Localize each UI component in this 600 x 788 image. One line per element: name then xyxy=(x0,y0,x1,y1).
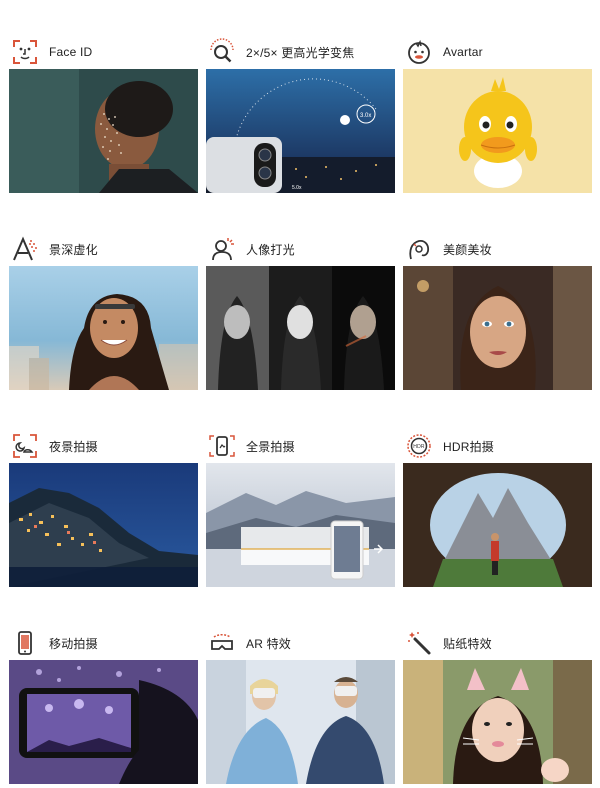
feature-tile-optical-zoom[interactable]: 2×/5× 更高光学变焦 3.0x 5.0x xyxy=(206,36,395,193)
beauty-makeup-photo xyxy=(403,266,592,390)
feature-label: 贴纸特效 xyxy=(443,636,492,651)
feature-tile-beauty-makeup[interactable]: 美颜美妆 xyxy=(403,233,592,390)
feature-label-row: 夜景拍摄 xyxy=(9,430,198,462)
feature-label-row: 2×/5× 更高光学变焦 xyxy=(206,36,395,68)
feature-label: 美颜美妆 xyxy=(443,242,492,257)
feature-tile-depth-blur[interactable]: 景深虚化 xyxy=(9,233,198,390)
feature-label-row: AR 特效 xyxy=(206,627,395,659)
panorama-icon xyxy=(208,432,236,460)
feature-grid: Face ID 2×/5× 更高光学变焦 3.0x 5.0x Avartar 景… xyxy=(9,36,592,784)
feature-label: 夜景拍摄 xyxy=(49,439,98,454)
face-id-photo xyxy=(9,69,198,193)
feature-label: Avartar xyxy=(443,45,483,59)
ar-effects-photo xyxy=(206,660,395,784)
feature-tile-night-scene[interactable]: 夜景拍摄 xyxy=(9,430,198,587)
zoom-readout-5x: 5.0x xyxy=(292,185,302,191)
feature-label-row: 人像打光 xyxy=(206,233,395,265)
feature-tile-avatar[interactable]: Avartar xyxy=(403,36,592,193)
feature-label: 2×/5× 更高光学变焦 xyxy=(246,45,355,60)
night-scene-icon xyxy=(11,432,39,460)
feature-label: HDR拍摄 xyxy=(443,439,494,454)
face-id-icon xyxy=(11,38,39,66)
hdr-photo xyxy=(403,463,592,587)
feature-label-row: 全景拍摄 xyxy=(206,430,395,462)
feature-label-row: Face ID xyxy=(9,36,198,68)
feature-label: 全景拍摄 xyxy=(246,439,295,454)
depth-blur-icon xyxy=(11,235,39,263)
feature-tile-mobile-shooting[interactable]: 移动拍摄 xyxy=(9,627,198,784)
mobile-shooting-photo xyxy=(9,660,198,784)
mobile-shooting-icon xyxy=(11,629,39,657)
svg-text:HDR: HDR xyxy=(413,444,425,450)
depth-blur-photo xyxy=(9,266,198,390)
feature-label: Face ID xyxy=(49,45,93,59)
hdr-icon: HDR xyxy=(405,432,433,460)
night-scene-photo xyxy=(9,463,198,587)
portrait-lighting-icon xyxy=(208,235,236,263)
beauty-makeup-icon xyxy=(405,235,433,263)
magic-wand-icon xyxy=(405,629,433,657)
feature-tile-hdr[interactable]: HDR HDR拍摄 xyxy=(403,430,592,587)
feature-label-row: 美颜美妆 xyxy=(403,233,592,265)
feature-label: 人像打光 xyxy=(246,242,295,257)
zoom-readout-3x: 3.0x xyxy=(360,113,371,119)
duck-avatar-icon xyxy=(405,38,433,66)
zoom-magnifier-icon xyxy=(208,38,236,66)
feature-label-row: 移动拍摄 xyxy=(9,627,198,659)
feature-label: 景深虚化 xyxy=(49,242,98,257)
avatar-duck-photo xyxy=(403,69,592,193)
feature-label-row: Avartar xyxy=(403,36,592,68)
optical-zoom-photo: 3.0x 5.0x xyxy=(206,69,395,193)
feature-label-row: 贴纸特效 xyxy=(403,627,592,659)
panorama-photo xyxy=(206,463,395,587)
portrait-lighting-photo xyxy=(206,266,395,390)
feature-label: AR 特效 xyxy=(246,636,292,651)
feature-tile-portrait-lighting[interactable]: 人像打光 xyxy=(206,233,395,390)
feature-label: 移动拍摄 xyxy=(49,636,98,651)
feature-tile-face-id[interactable]: Face ID xyxy=(9,36,198,193)
vr-headset-icon xyxy=(208,629,236,657)
sticker-effects-photo xyxy=(403,660,592,784)
feature-label-row: HDR HDR拍摄 xyxy=(403,430,592,462)
feature-tile-panorama[interactable]: 全景拍摄 xyxy=(206,430,395,587)
feature-tile-ar-effects[interactable]: AR 特效 xyxy=(206,627,395,784)
feature-tile-sticker-effects[interactable]: 贴纸特效 xyxy=(403,627,592,784)
feature-label-row: 景深虚化 xyxy=(9,233,198,265)
